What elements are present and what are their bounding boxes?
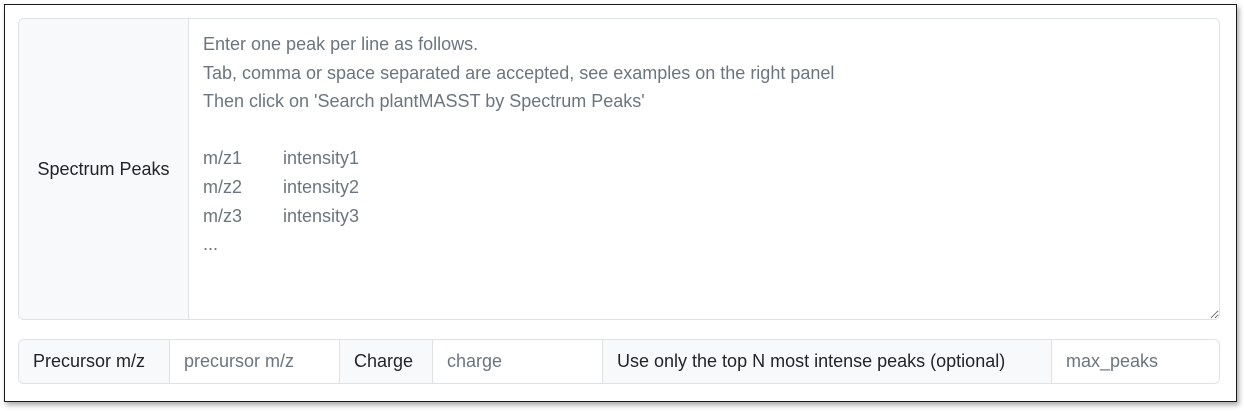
precursor-mz-input[interactable] bbox=[169, 340, 339, 383]
charge-label: Charge bbox=[339, 340, 432, 383]
top-n-peaks-label: Use only the top N most intense peaks (o… bbox=[602, 340, 1051, 383]
search-parameters-group: Precursor m/z Charge Use only the top N … bbox=[18, 339, 1220, 384]
spectrum-peaks-textarea[interactable] bbox=[189, 19, 1219, 319]
max-peaks-input[interactable] bbox=[1051, 340, 1219, 383]
spectrum-peaks-label: Spectrum Peaks bbox=[19, 19, 189, 319]
charge-input[interactable] bbox=[432, 340, 602, 383]
precursor-mz-label: Precursor m/z bbox=[19, 340, 169, 383]
search-form-panel: Spectrum Peaks Precursor m/z Charge Use … bbox=[4, 4, 1237, 402]
spectrum-peaks-group: Spectrum Peaks bbox=[18, 18, 1220, 320]
